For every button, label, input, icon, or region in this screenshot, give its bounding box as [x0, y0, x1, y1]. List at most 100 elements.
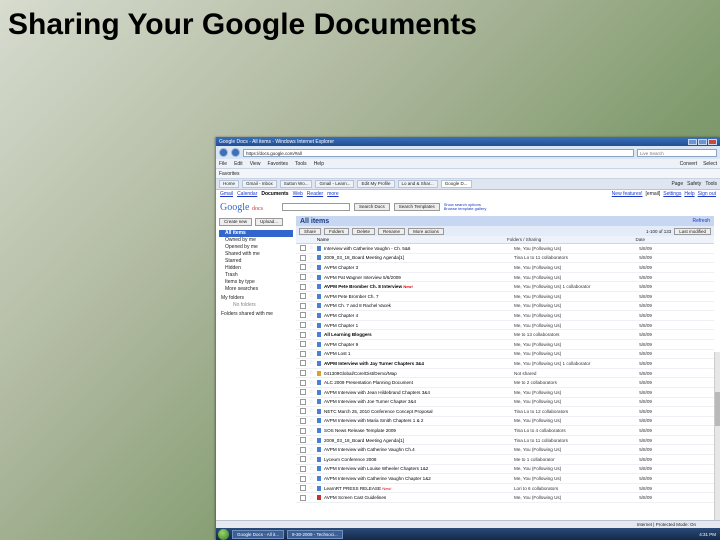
row-name-text[interactable]: 041309Global/Core/Dist/Demo/Map	[324, 371, 397, 376]
row-name[interactable]: 2009_03_18_Board Meeting Agenda[1]	[324, 255, 514, 260]
star-icon[interactable]: ☆	[309, 485, 317, 491]
nav-reader[interactable]: Reader	[307, 191, 323, 197]
row-checkbox[interactable]	[300, 264, 306, 271]
nav-folders-shared[interactable]: Folders shared with me	[219, 311, 293, 318]
favorites-button[interactable]: Favorites	[219, 171, 240, 177]
row-name-text[interactable]: AVPM Chapter 4	[324, 313, 358, 318]
search-docs-button[interactable]: Search Docs	[354, 203, 390, 211]
row-checkbox[interactable]	[300, 283, 306, 290]
row-name-text[interactable]: AVPM Chapter 3	[324, 265, 358, 270]
row-checkbox[interactable]	[300, 322, 306, 329]
more-actions-button[interactable]: More actions	[408, 227, 444, 235]
nav-starred[interactable]: Starred	[219, 258, 293, 265]
star-icon[interactable]: ☆	[309, 418, 317, 424]
table-row[interactable]: ☆ NETC March 25, 2010 Conference Concept …	[296, 407, 714, 417]
row-name-text[interactable]: AVPM Interview with Catherine Vaughn Cha…	[324, 476, 431, 481]
start-button-icon[interactable]	[218, 528, 229, 540]
star-icon[interactable]: ☆	[309, 255, 317, 261]
star-icon[interactable]: ☆	[309, 351, 317, 357]
upload-button[interactable]: Upload...	[255, 218, 284, 226]
star-icon[interactable]: ☆	[309, 332, 317, 338]
back-icon[interactable]	[219, 148, 228, 157]
row-name[interactable]: AVPM Chapter 3	[324, 265, 514, 270]
row-checkbox[interactable]	[300, 389, 306, 396]
help-link[interactable]: Help	[684, 191, 694, 197]
maximize-icon[interactable]	[698, 138, 707, 145]
tab-sutton[interactable]: Sutton Wo...	[279, 180, 313, 188]
table-row[interactable]: ☆ AVPM Interview with Joe Turner Chapter …	[296, 398, 714, 408]
row-name[interactable]: AVPM Interview with Maria Smith Chapters…	[324, 418, 514, 423]
star-icon[interactable]: ☆	[309, 456, 317, 462]
row-name[interactable]: AVPM Chapter 9	[324, 342, 514, 347]
row-name-text[interactable]: Interview with Catherine Vaughn - Ch. 5&…	[324, 246, 410, 251]
star-icon[interactable]: ☆	[309, 389, 317, 395]
row-name[interactable]: AVPM Screen Cast Guidelines	[324, 495, 514, 500]
menu-favorites[interactable]: Favorites	[267, 161, 288, 167]
star-icon[interactable]: ☆	[309, 437, 317, 443]
nav-trash[interactable]: Trash	[219, 272, 293, 279]
row-name[interactable]: AVPM Interview with Catherine Vaughn Cha…	[324, 476, 514, 481]
star-icon[interactable]: ☆	[309, 303, 317, 309]
row-name-text[interactable]: AVPM Screen Cast Guidelines	[324, 495, 386, 500]
row-checkbox[interactable]	[300, 245, 306, 252]
row-name[interactable]: AVPM Interview with Jay Turner Chapters …	[324, 361, 514, 366]
table-row[interactable]: ☆ AVPM Interview with Jean Hildebrand Cha…	[296, 388, 714, 398]
row-checkbox[interactable]	[300, 254, 306, 261]
row-checkbox[interactable]	[300, 379, 306, 386]
row-name[interactable]: AVPM Pat Wagner Interview 5/6/2009	[324, 275, 514, 280]
table-row[interactable]: ☆ AVPM Screen Cast Guidelines Me, You (Fol…	[296, 493, 714, 504]
table-row[interactable]: ☆ AVPM Interview with Catherine Vaughn Ch…	[296, 445, 714, 456]
select-button[interactable]: Select	[703, 161, 717, 167]
table-row[interactable]: ☆ AVPM Interview with Catherine Vaughn Ch…	[296, 474, 714, 484]
table-row[interactable]: ☆ AVPM Chapter 1 Me, You (Following Us) 5/8…	[296, 321, 714, 331]
safety-menu[interactable]: Safety	[687, 181, 701, 187]
nav-calendar[interactable]: Calendar	[237, 191, 257, 197]
new-features-link[interactable]: New features!	[612, 191, 643, 197]
tab-gmail-inbox[interactable]: Gmail - Inbox	[242, 180, 277, 188]
share-button[interactable]: Share	[299, 227, 322, 235]
table-row[interactable]: ☆ AVPM Interview with Louise Wheeler Chap…	[296, 465, 714, 475]
row-name[interactable]: 041309Global/Core/Dist/Demo/Map	[324, 371, 514, 376]
sign-out-link[interactable]: Sign out	[698, 191, 716, 197]
star-icon[interactable]: ☆	[309, 447, 317, 453]
tools-menu[interactable]: Tools	[705, 181, 717, 187]
row-name-text[interactable]: AVPM Interview with Jay Turner Chapters …	[324, 361, 424, 366]
row-name[interactable]: AVPM Interview with Louise Wheeler Chapt…	[324, 466, 514, 471]
tab-google-docs[interactable]: Google D...	[440, 180, 472, 188]
row-name-text[interactable]: LearnRT PRESS RELEASE	[324, 486, 381, 491]
nav-owned-by-me[interactable]: Owned by me	[219, 237, 293, 244]
row-name[interactable]: All Learning Bloggers	[324, 332, 514, 337]
star-icon[interactable]: ☆	[309, 476, 317, 482]
row-checkbox[interactable]	[300, 417, 306, 424]
row-checkbox[interactable]	[300, 446, 306, 453]
star-icon[interactable]: ☆	[309, 312, 317, 318]
row-name[interactable]: Interview with Catherine Vaughn - Ch. 5&…	[324, 246, 514, 251]
tab-home[interactable]: Home	[219, 180, 240, 188]
table-row[interactable]: ☆ AVPM Chapter 4 Me, You (Following Us) 5/8…	[296, 311, 714, 321]
convert-button[interactable]: Convert	[680, 161, 698, 167]
star-icon[interactable]: ☆	[309, 341, 317, 347]
row-checkbox[interactable]	[300, 302, 306, 309]
table-row[interactable]: ☆ AVPM Ch. 7 and 8 Rachel Vacek Me, You (F…	[296, 302, 714, 312]
nav-opened-by-me[interactable]: Opened by me	[219, 244, 293, 251]
table-row[interactable]: ☆ AVPM Pete Bromber Ch. 8 Interview New! M…	[296, 282, 714, 292]
row-name-text[interactable]: AVPM Ch. 7 and 8 Rachel Vacek	[324, 303, 391, 308]
row-name[interactable]: SOS News Release Template 2009	[324, 428, 514, 433]
star-icon[interactable]: ☆	[309, 274, 317, 280]
tab-gmail-learn[interactable]: Gmail - Learn...	[315, 180, 355, 188]
star-icon[interactable]: ☆	[309, 428, 317, 434]
row-name-text[interactable]: AVPM Chapter 1	[324, 323, 358, 328]
star-icon[interactable]: ☆	[309, 284, 317, 290]
menu-view[interactable]: View	[250, 161, 261, 167]
nav-documents[interactable]: Documents	[261, 191, 288, 197]
row-checkbox[interactable]	[300, 293, 306, 300]
col-folders-sharing[interactable]: Folders / Sharing	[507, 237, 617, 242]
table-row[interactable]: ☆ 041309Global/Core/Dist/Demo/Map Not shar…	[296, 369, 714, 379]
row-checkbox[interactable]	[300, 408, 306, 415]
table-row[interactable]: ☆ SOS News Release Template 2009 Tina Lo t…	[296, 426, 714, 436]
row-checkbox[interactable]	[300, 494, 306, 501]
row-checkbox[interactable]	[300, 350, 306, 357]
star-icon[interactable]: ☆	[309, 245, 317, 251]
table-row[interactable]: ☆ AVPM Lost 1 Me, You (Following Us) 5/8/09	[296, 350, 714, 360]
close-icon[interactable]	[708, 138, 717, 145]
